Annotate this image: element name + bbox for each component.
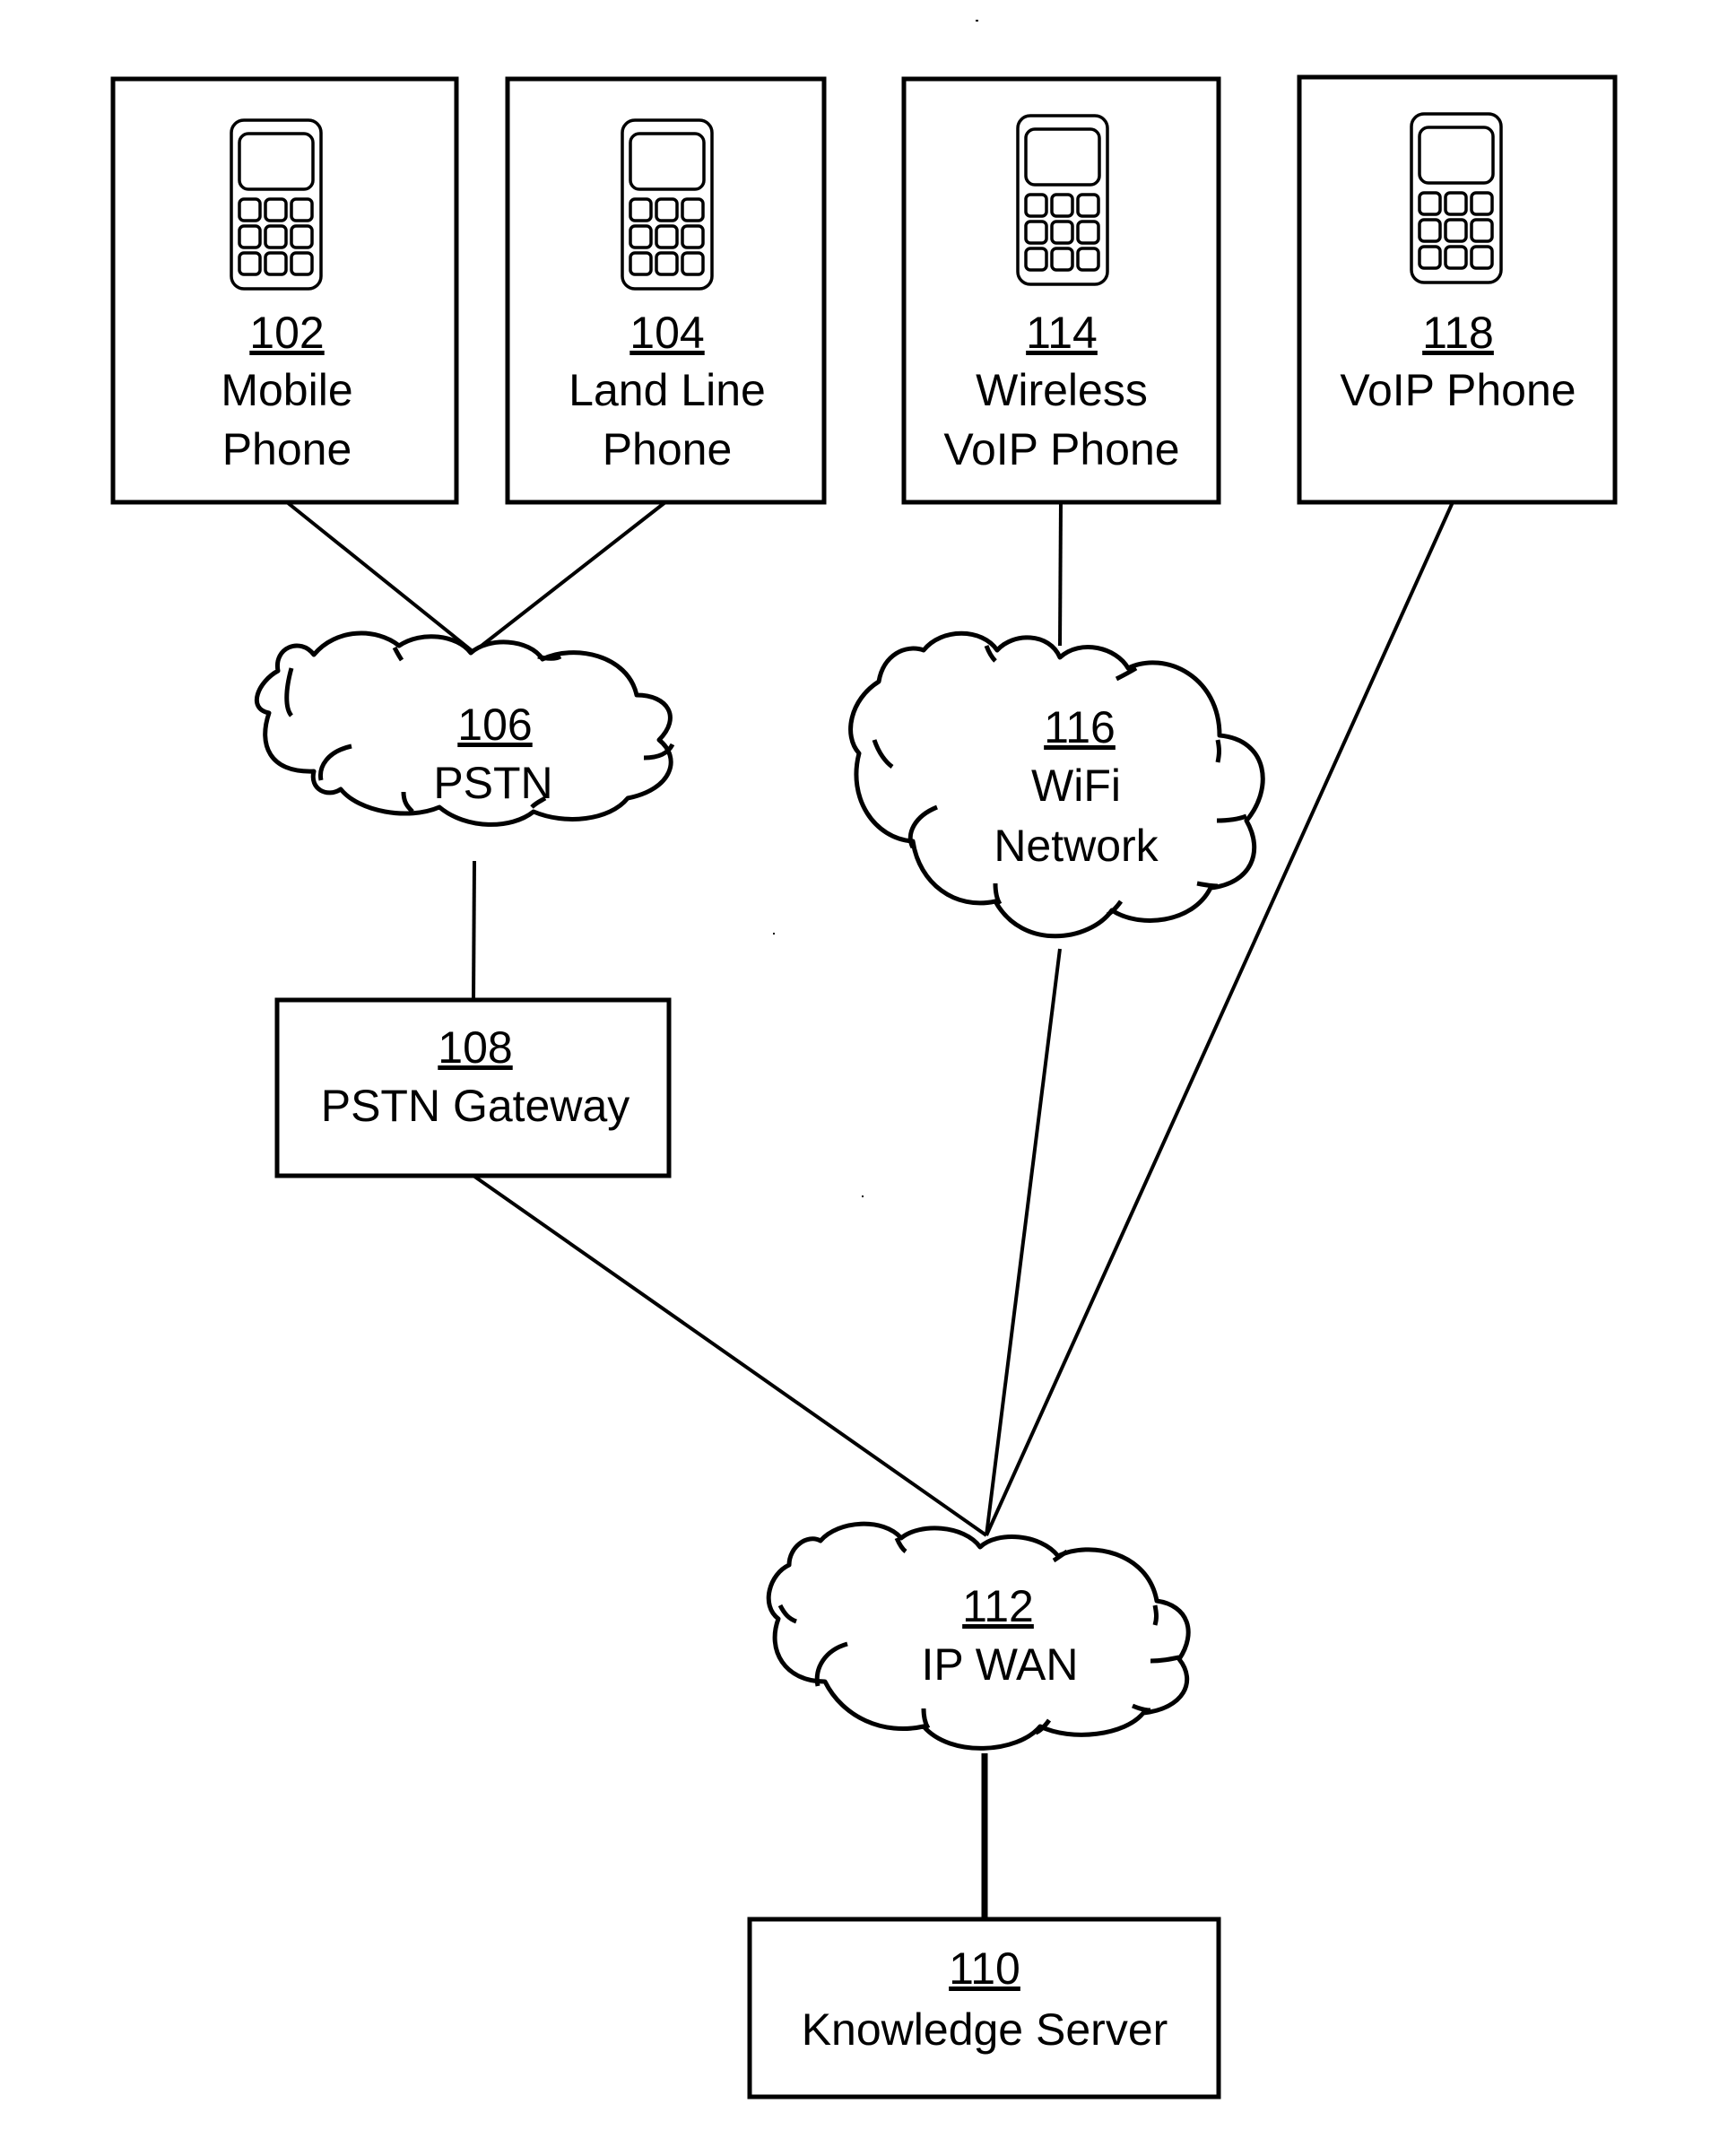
node-label-line-1: Knowledge Server xyxy=(802,2004,1168,2055)
network-diagram: 102 Mobile Phone 104 Land Line Phone 114… xyxy=(110,20,1618,2099)
link-114-116 xyxy=(1058,501,1063,647)
node-ref-number: 118 xyxy=(1422,308,1494,358)
node-ref-number: 110 xyxy=(949,1943,1020,1994)
link-116-112 xyxy=(985,948,1062,1536)
node-label-line-2: Network xyxy=(994,821,1159,871)
node-label-line-1: PSTN xyxy=(433,758,552,808)
node-mobile-phone[interactable]: 102 Mobile Phone xyxy=(110,76,459,505)
mobile-phone-icon xyxy=(621,118,714,291)
cloud-icon xyxy=(766,1521,1191,1751)
scan-speck xyxy=(862,1195,864,1197)
node-label-line-1: VoIP Phone xyxy=(1340,365,1576,415)
node-ref-number: 112 xyxy=(962,1581,1034,1631)
node-ref-number: 102 xyxy=(249,308,324,358)
node-label-line-1: Land Line xyxy=(569,365,766,415)
node-wireless-voip-phone[interactable]: 114 Wireless VoIP Phone xyxy=(901,76,1221,505)
scan-speck xyxy=(976,20,978,22)
node-ref-number: 114 xyxy=(1026,308,1098,358)
node-label-line-1: IP WAN xyxy=(921,1639,1078,1690)
node-label-line-2: Phone xyxy=(222,424,352,474)
node-pstn-cloud[interactable]: 106 PSTN xyxy=(254,630,675,827)
node-knowledge-server[interactable]: 110 Knowledge Server xyxy=(747,1917,1221,2099)
node-land-line-phone[interactable]: 104 Land Line Phone xyxy=(505,76,827,505)
scan-speck xyxy=(773,933,775,935)
link-102-106 xyxy=(285,500,475,654)
node-ref-number: 104 xyxy=(629,308,704,358)
node-label-line-1: Mobile xyxy=(221,365,352,415)
node-ref-number: 108 xyxy=(438,1022,512,1073)
link-104-106 xyxy=(472,500,667,654)
node-label-line-2: VoIP Phone xyxy=(943,424,1179,474)
node-label-line-1: Wireless xyxy=(976,365,1148,415)
node-wifi-network-cloud[interactable]: 116 WiFi Network xyxy=(848,630,1265,939)
node-label-line-2: Phone xyxy=(603,424,733,474)
node-ip-wan-cloud[interactable]: 112 IP WAN xyxy=(766,1521,1191,1751)
mobile-phone-icon xyxy=(1410,112,1503,284)
node-voip-phone[interactable]: 118 VoIP Phone xyxy=(1297,74,1618,505)
node-ref-number: 116 xyxy=(1044,702,1116,752)
mobile-phone-icon xyxy=(230,118,323,291)
link-106-108 xyxy=(472,860,476,1001)
mobile-phone-icon xyxy=(1016,114,1109,286)
link-108-112 xyxy=(472,1174,988,1537)
node-ref-number: 106 xyxy=(457,700,532,750)
node-label-line-1: PSTN Gateway xyxy=(321,1081,630,1131)
node-pstn-gateway[interactable]: 108 PSTN Gateway xyxy=(274,997,672,1178)
node-label-line-1: WiFi xyxy=(1031,761,1121,811)
